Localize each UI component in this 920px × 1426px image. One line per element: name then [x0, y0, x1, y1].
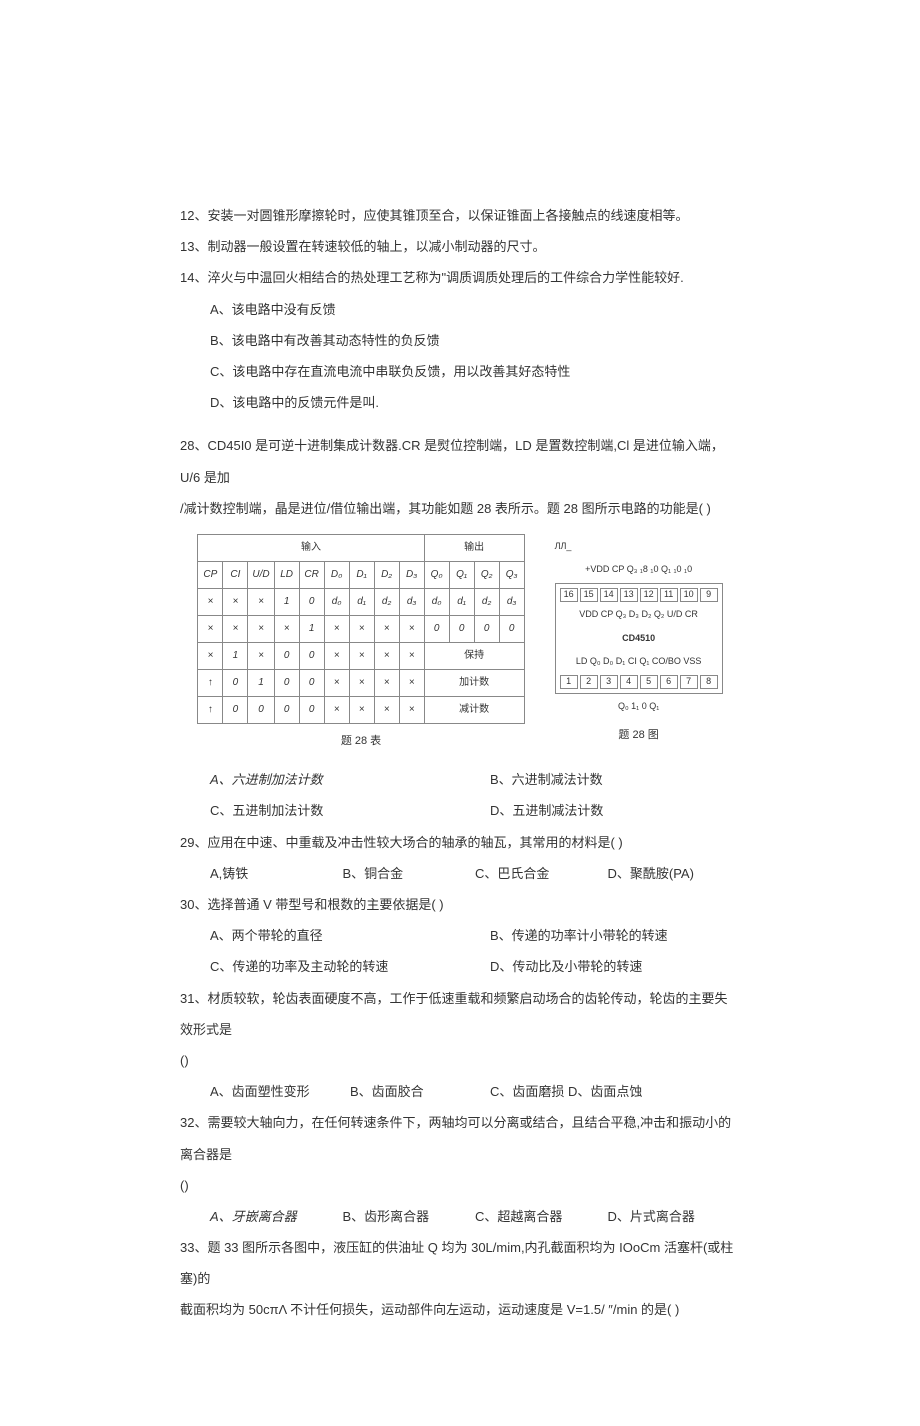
table-caption: 题 28 表 [197, 728, 524, 754]
table-row: ×1×00××××保持 [198, 642, 524, 669]
table-row: ×××10d₀d₁d₂d₃d₀d₁d₂d₃ [198, 588, 524, 615]
question-28-line1: 28、CD45I0 是可逆十进制集成计数器.CR 是熨位控制端，LD 是置数控制… [180, 430, 740, 492]
chip-bottom-signals: Q₀ 1₁ 0 Q₁ [555, 696, 723, 718]
option-14b: B、该电路中有改善其动态特性的负反馈 [180, 325, 740, 356]
question-32-line2: () [180, 1170, 740, 1201]
question-28-line2: /减计数控制端，晶是进位/借位输出端，其功能如题 28 表所示。题 28 图所示… [180, 493, 740, 524]
table-row: ↑0000××××减计数 [198, 696, 524, 723]
question-30: 30、选择普通 V 带型号和根数的主要依据是( ) [180, 889, 740, 920]
option-29a: A,铸铁 [210, 858, 343, 889]
question-33-line2: 截面积均为 50cπΛ 不计任何损失，运动部件向左运动，运动速度是 V=1.5/… [180, 1294, 740, 1325]
chip-row1-labels: VDD CP Q₃ D₃ D₂ Q₂ U/D CR [560, 604, 718, 626]
option-29c: C、巴氏合金 [475, 858, 608, 889]
option-14c: C、该电路中存在直流电流中串联负反馈，用以改善其好态特性 [180, 356, 740, 387]
option-32d: D、片式离合器 [608, 1201, 741, 1232]
figure-28-block: 输入 输出 CPCIU/DLDCRD₀D₁D₂D₃Q₀Q₁Q₂Q₃ ×××10d… [180, 534, 740, 754]
option-31cd: C、齿面磨损 D、齿面点蚀 [490, 1076, 642, 1107]
option-14a: A、该电路中没有反馈 [180, 294, 740, 325]
option-28d: D、五进制减法计数 [490, 795, 603, 826]
option-31b: B、齿面胶合 [350, 1076, 490, 1107]
chip-top-signals: +VDD CP Q₃ ₁8 ₁0 Q₁ ₁0 ₁0 [555, 559, 723, 581]
figure-caption: 题 28 图 [555, 722, 723, 748]
option-30b: B、传递的功率计小带轮的转速 [490, 920, 668, 951]
chip-pins-bottom: 12345678 [560, 675, 718, 689]
chip-pins-top: 161514131211109 [560, 588, 718, 602]
question-32-line1: 32、需要较大轴向力，在任何转速条件下，两轴均可以分离或结合，且结合平稳,冲击和… [180, 1107, 740, 1169]
table-row: ××××1××××0000 [198, 615, 524, 642]
table-28: 输入 输出 CPCIU/DLDCRD₀D₁D₂D₃Q₀Q₁Q₂Q₃ ×××10d… [197, 534, 524, 754]
question-33-line1: 33、题 33 图所示各图中，液压缸的供油址 Q 均为 30L/mim,内孔截面… [180, 1232, 740, 1294]
question-31-line2: () [180, 1045, 740, 1076]
table-header-input: 输入 [198, 534, 424, 561]
question-12: 12、安装一对圆锥形摩擦轮时，应使其锥顶至合，以保证锥面上各接触点的线速度相等。 [180, 200, 740, 231]
chip-name: CD4510 [560, 628, 718, 650]
option-28c: C、五进制加法计数 [210, 795, 490, 826]
option-29b: B、铜合金 [343, 858, 476, 889]
option-32a: A、牙嵌离合器 [210, 1201, 343, 1232]
circuit-diagram-28: ЛЛ_ +VDD CP Q₃ ₁8 ₁0 Q₁ ₁0 ₁0 1615141312… [555, 534, 723, 754]
option-28b: B、六进制减法计数 [490, 764, 603, 795]
option-14d: D、该电路中的反馈元件是叫. [180, 387, 740, 418]
option-30c: C、传递的功率及主动轮的转速 [210, 951, 490, 982]
option-30d: D、传动比及小带轮的转速 [490, 951, 642, 982]
signal-icon: ЛЛ_ [555, 536, 723, 558]
chip-row2-labels: LD Q₀ D₀ D₁ CI Q₁ CO/BO VSS [560, 651, 718, 673]
table-col-headers: CPCIU/DLDCRD₀D₁D₂D₃Q₀Q₁Q₂Q₃ [198, 561, 524, 588]
question-31-line1: 31、材质较软，轮齿表面硬度不高，工作于低速重载和频繁启动场合的齿轮传动，轮齿的… [180, 983, 740, 1045]
option-30a: A、两个带轮的直径 [210, 920, 490, 951]
option-31a: A、齿面塑性变形 [210, 1076, 350, 1107]
question-14: 14、淬火与中温回火相结合的热处理工艺称为"调质调质处理后的工件综合力学性能较好… [180, 262, 740, 293]
option-29d: D、聚酰胺(PA) [608, 858, 741, 889]
question-29: 29、应用在中速、中重载及冲击性较大场合的轴承的轴瓦，其常用的材料是( ) [180, 827, 740, 858]
table-row: ↑0100××××加计数 [198, 669, 524, 696]
table-header-output: 输出 [424, 534, 524, 561]
option-32c: C、超越离合器 [475, 1201, 608, 1232]
option-28a: A、六进制加法计数 [210, 764, 490, 795]
option-32b: B、齿形离合器 [343, 1201, 476, 1232]
question-13: 13、制动器一般设置在转速较低的轴上，以减小制动器的尺寸。 [180, 231, 740, 262]
